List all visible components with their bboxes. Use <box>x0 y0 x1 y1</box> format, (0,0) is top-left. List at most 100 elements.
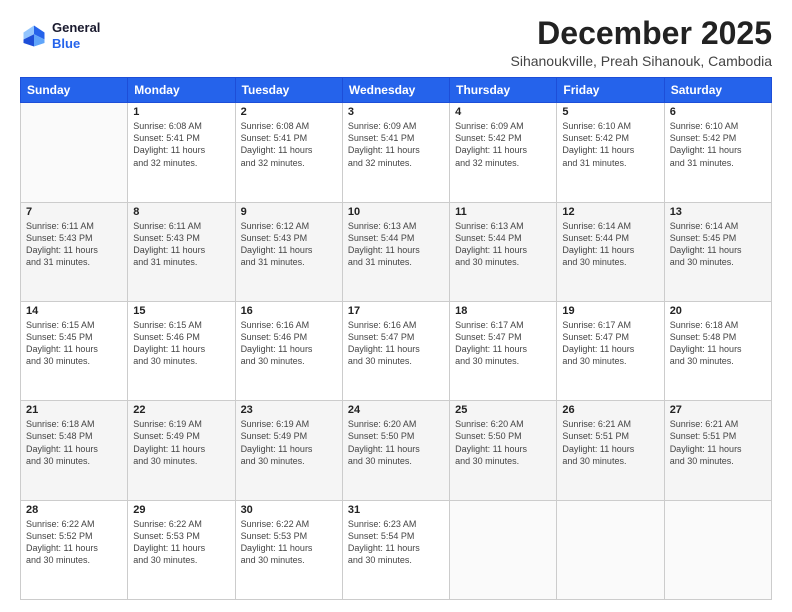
daylight-text: Daylight: 11 hoursand 30 minutes. <box>562 443 658 467</box>
daylight-line1: Daylight: 11 hours <box>670 144 766 156</box>
day-number: 20 <box>670 305 766 317</box>
day-info: Sunrise: 6:16 AMSunset: 5:46 PMDaylight:… <box>241 319 337 368</box>
daylight-line2: and 30 minutes. <box>455 355 551 367</box>
daylight-text: Daylight: 11 hoursand 31 minutes. <box>26 244 122 268</box>
daylight-text: Daylight: 11 hoursand 30 minutes. <box>241 542 337 566</box>
sunset-text: Sunset: 5:47 PM <box>455 331 551 343</box>
daylight-line2: and 30 minutes. <box>133 554 229 566</box>
daylight-text: Daylight: 11 hoursand 30 minutes. <box>348 542 444 566</box>
sunset-text: Sunset: 5:45 PM <box>26 331 122 343</box>
day-info: Sunrise: 6:10 AMSunset: 5:42 PMDaylight:… <box>670 120 766 169</box>
day-info: Sunrise: 6:11 AMSunset: 5:43 PMDaylight:… <box>133 220 229 269</box>
sunset-text: Sunset: 5:41 PM <box>241 132 337 144</box>
daylight-line1: Daylight: 11 hours <box>348 244 444 256</box>
calendar-week-row: 14Sunrise: 6:15 AMSunset: 5:45 PMDayligh… <box>21 301 772 400</box>
day-number: 31 <box>348 504 444 516</box>
sunrise-text: Sunrise: 6:11 AM <box>26 220 122 232</box>
col-saturday: Saturday <box>664 78 771 103</box>
daylight-line2: and 30 minutes. <box>241 355 337 367</box>
daylight-text: Daylight: 11 hoursand 30 minutes. <box>241 443 337 467</box>
daylight-line2: and 31 minutes. <box>241 256 337 268</box>
table-row: 10Sunrise: 6:13 AMSunset: 5:44 PMDayligh… <box>342 202 449 301</box>
sunrise-text: Sunrise: 6:18 AM <box>670 319 766 331</box>
logo-icon <box>20 22 48 50</box>
daylight-text: Daylight: 11 hoursand 30 minutes. <box>670 343 766 367</box>
sunset-text: Sunset: 5:49 PM <box>133 430 229 442</box>
daylight-line2: and 31 minutes. <box>348 256 444 268</box>
sunrise-text: Sunrise: 6:10 AM <box>562 120 658 132</box>
day-info: Sunrise: 6:13 AMSunset: 5:44 PMDaylight:… <box>348 220 444 269</box>
table-row: 24Sunrise: 6:20 AMSunset: 5:50 PMDayligh… <box>342 401 449 500</box>
calendar-week-row: 1Sunrise: 6:08 AMSunset: 5:41 PMDaylight… <box>21 103 772 202</box>
day-info: Sunrise: 6:09 AMSunset: 5:42 PMDaylight:… <box>455 120 551 169</box>
sunset-text: Sunset: 5:44 PM <box>455 232 551 244</box>
sunrise-text: Sunrise: 6:16 AM <box>241 319 337 331</box>
daylight-line1: Daylight: 11 hours <box>241 144 337 156</box>
sunset-text: Sunset: 5:51 PM <box>670 430 766 442</box>
table-row: 21Sunrise: 6:18 AMSunset: 5:48 PMDayligh… <box>21 401 128 500</box>
daylight-text: Daylight: 11 hoursand 30 minutes. <box>455 443 551 467</box>
day-info: Sunrise: 6:08 AMSunset: 5:41 PMDaylight:… <box>241 120 337 169</box>
daylight-text: Daylight: 11 hoursand 30 minutes. <box>562 343 658 367</box>
table-row <box>450 500 557 599</box>
day-number: 5 <box>562 106 658 118</box>
subtitle: Sihanoukville, Preah Sihanouk, Cambodia <box>511 53 773 69</box>
daylight-line1: Daylight: 11 hours <box>562 144 658 156</box>
table-row: 26Sunrise: 6:21 AMSunset: 5:51 PMDayligh… <box>557 401 664 500</box>
sunrise-text: Sunrise: 6:12 AM <box>241 220 337 232</box>
daylight-line1: Daylight: 11 hours <box>26 244 122 256</box>
month-title: December 2025 <box>511 16 773 51</box>
day-info: Sunrise: 6:23 AMSunset: 5:54 PMDaylight:… <box>348 518 444 567</box>
day-number: 9 <box>241 206 337 218</box>
daylight-line1: Daylight: 11 hours <box>133 144 229 156</box>
daylight-line1: Daylight: 11 hours <box>562 443 658 455</box>
daylight-line2: and 31 minutes. <box>562 157 658 169</box>
table-row: 22Sunrise: 6:19 AMSunset: 5:49 PMDayligh… <box>128 401 235 500</box>
daylight-line1: Daylight: 11 hours <box>670 443 766 455</box>
day-number: 13 <box>670 206 766 218</box>
daylight-line2: and 32 minutes. <box>241 157 337 169</box>
sunrise-text: Sunrise: 6:08 AM <box>241 120 337 132</box>
table-row: 8Sunrise: 6:11 AMSunset: 5:43 PMDaylight… <box>128 202 235 301</box>
day-info: Sunrise: 6:15 AMSunset: 5:46 PMDaylight:… <box>133 319 229 368</box>
day-info: Sunrise: 6:18 AMSunset: 5:48 PMDaylight:… <box>670 319 766 368</box>
day-info: Sunrise: 6:08 AMSunset: 5:41 PMDaylight:… <box>133 120 229 169</box>
daylight-line2: and 30 minutes. <box>26 355 122 367</box>
daylight-line2: and 30 minutes. <box>670 256 766 268</box>
day-number: 1 <box>133 106 229 118</box>
daylight-line2: and 30 minutes. <box>562 455 658 467</box>
daylight-line2: and 31 minutes. <box>670 157 766 169</box>
sunrise-text: Sunrise: 6:13 AM <box>455 220 551 232</box>
sunrise-text: Sunrise: 6:09 AM <box>455 120 551 132</box>
sunrise-text: Sunrise: 6:08 AM <box>133 120 229 132</box>
day-number: 15 <box>133 305 229 317</box>
day-info: Sunrise: 6:19 AMSunset: 5:49 PMDaylight:… <box>133 418 229 467</box>
daylight-text: Daylight: 11 hoursand 30 minutes. <box>133 443 229 467</box>
daylight-line2: and 30 minutes. <box>26 554 122 566</box>
table-row: 6Sunrise: 6:10 AMSunset: 5:42 PMDaylight… <box>664 103 771 202</box>
table-row: 18Sunrise: 6:17 AMSunset: 5:47 PMDayligh… <box>450 301 557 400</box>
daylight-line1: Daylight: 11 hours <box>562 244 658 256</box>
sunrise-text: Sunrise: 6:21 AM <box>562 418 658 430</box>
day-number: 17 <box>348 305 444 317</box>
day-info: Sunrise: 6:17 AMSunset: 5:47 PMDaylight:… <box>562 319 658 368</box>
sunset-text: Sunset: 5:50 PM <box>455 430 551 442</box>
sunset-text: Sunset: 5:43 PM <box>241 232 337 244</box>
sunrise-text: Sunrise: 6:14 AM <box>670 220 766 232</box>
calendar-table: Sunday Monday Tuesday Wednesday Thursday… <box>20 77 772 600</box>
sunrise-text: Sunrise: 6:22 AM <box>133 518 229 530</box>
col-tuesday: Tuesday <box>235 78 342 103</box>
table-row: 28Sunrise: 6:22 AMSunset: 5:52 PMDayligh… <box>21 500 128 599</box>
title-block: December 2025 Sihanoukville, Preah Sihan… <box>511 16 773 69</box>
table-row <box>557 500 664 599</box>
table-row <box>664 500 771 599</box>
daylight-text: Daylight: 11 hoursand 31 minutes. <box>241 244 337 268</box>
sunset-text: Sunset: 5:52 PM <box>26 530 122 542</box>
daylight-text: Daylight: 11 hoursand 31 minutes. <box>348 244 444 268</box>
table-row <box>21 103 128 202</box>
day-info: Sunrise: 6:22 AMSunset: 5:52 PMDaylight:… <box>26 518 122 567</box>
daylight-text: Daylight: 11 hoursand 30 minutes. <box>348 443 444 467</box>
day-number: 16 <box>241 305 337 317</box>
daylight-text: Daylight: 11 hoursand 30 minutes. <box>562 244 658 268</box>
sunset-text: Sunset: 5:46 PM <box>133 331 229 343</box>
